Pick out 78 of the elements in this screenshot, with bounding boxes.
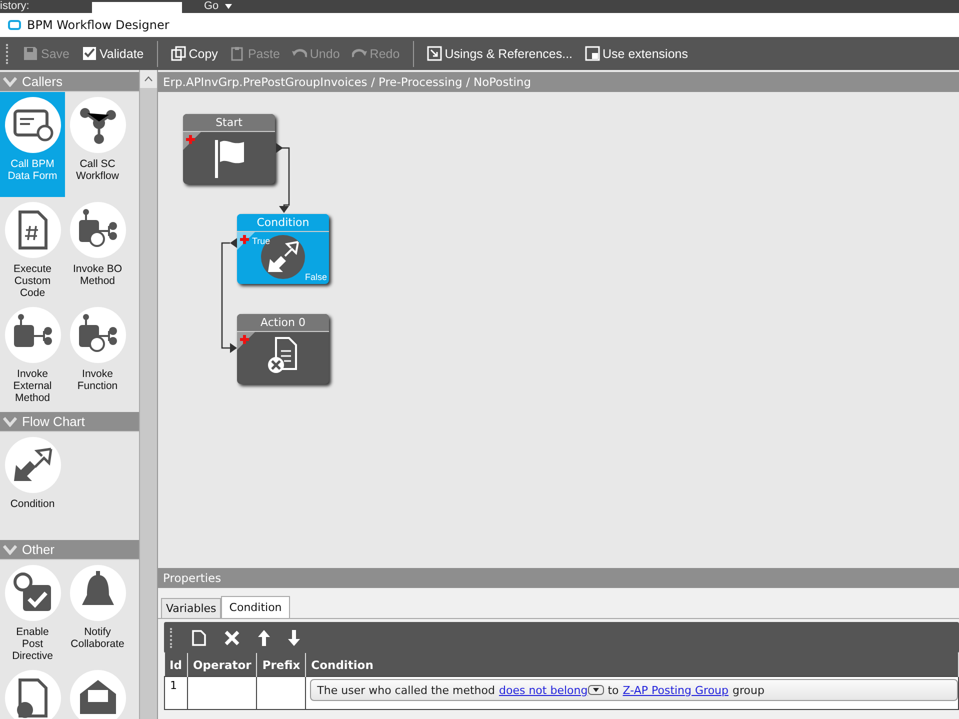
arrow-down-icon[interactable] (288, 630, 300, 646)
palette-item-icon (4, 565, 60, 621)
palette-item-icon (4, 202, 60, 258)
breadcrumb: Erp.APInvGrp.PrePostGroupInvoices / Pre-Processing / NoPosting (158, 72, 959, 92)
references-icon (426, 46, 442, 61)
go-dropdown[interactable]: Go (184, 0, 232, 13)
history-label: istory: (0, 0, 30, 13)
condition-text: The user who called the method (317, 684, 495, 696)
dropdown-icon[interactable] (588, 685, 604, 695)
toolbar-button[interactable]: Validate (76, 43, 149, 64)
column-header[interactable]: Id (164, 653, 188, 676)
palette-item[interactable]: Call SC Workflow (65, 92, 130, 197)
table-cell: 1 (164, 676, 188, 710)
palette-item-icon (70, 307, 126, 363)
palette-item-icon (70, 565, 126, 621)
palette-item-label: Invoke BO Method (72, 263, 124, 287)
palette-item-icon (4, 97, 60, 153)
toolbar-button[interactable]: Copy (166, 43, 223, 64)
condition-text: group (732, 684, 764, 696)
add-icon[interactable] (186, 135, 195, 144)
connector-arrow (276, 143, 290, 213)
chevron-icon (3, 544, 17, 554)
palette-item[interactable]: Invoke Function (65, 302, 130, 407)
clipboard-icon (230, 46, 245, 61)
add-icon[interactable] (240, 235, 249, 244)
workflow-node[interactable]: Start (183, 114, 275, 184)
palette-item-label: Call BPM Data Form (6, 158, 58, 182)
new-document-icon[interactable] (192, 630, 206, 646)
palette-item-label: Notify Collaborate (70, 626, 124, 650)
palette-item-label: Call SC Workflow (75, 158, 120, 182)
palette-item-label: Invoke External Method (12, 368, 53, 404)
palette-item[interactable]: Enable Post Directive (0, 560, 65, 665)
toolbar-button[interactable]: Usings & References... (422, 43, 578, 64)
palette-item-label: Enable Post Directive (11, 626, 54, 662)
chevron-icon (3, 76, 17, 86)
false-label: False (304, 272, 327, 282)
caret-icon[interactable] (224, 4, 232, 9)
true-label: True (252, 236, 270, 246)
condition-link[interactable]: Z-AP Posting Group (622, 684, 729, 696)
tab[interactable]: Condition (221, 596, 290, 618)
palette-item-icon (70, 97, 126, 153)
palette-item-icon (70, 670, 126, 719)
column-header[interactable]: Prefix (256, 653, 306, 676)
palette-item[interactable]: Invoke External Method (0, 302, 65, 407)
toolbar-button[interactable]: Use extensions (580, 43, 693, 64)
palette-item[interactable]: Notify Collaborate (65, 560, 130, 665)
palette-item-label: Execute Custom Code (12, 263, 52, 299)
palette-item-icon (70, 202, 126, 258)
column-header[interactable]: Operator (188, 653, 257, 676)
palette-item-icon (4, 670, 60, 719)
palette-item-label: Invoke Function (76, 368, 119, 392)
app-icon (8, 20, 21, 30)
palette-item[interactable]: Execute Custom Code (0, 197, 65, 302)
arrow-up-icon[interactable] (258, 630, 270, 646)
condition-text: to (608, 684, 619, 696)
window-title: BPM Workflow Designer (27, 18, 170, 32)
workflow-node[interactable]: Action 0 (237, 314, 329, 384)
palette-scrollbar[interactable] (140, 70, 158, 719)
palette-item[interactable]: Condition (0, 432, 65, 537)
chevron-icon (3, 416, 17, 426)
palette-item[interactable]: Invoke BO Method (65, 197, 130, 302)
delete-icon[interactable] (224, 630, 240, 646)
column-header[interactable]: Condition (306, 653, 958, 676)
add-icon[interactable] (240, 335, 249, 344)
tab[interactable]: Variables (161, 598, 222, 618)
panel-header: Properties (158, 568, 959, 588)
palette-item-label: Condition (9, 498, 56, 510)
palette-item-icon (4, 437, 60, 493)
save-icon (23, 46, 38, 61)
copy-icon (170, 46, 186, 61)
extensions-icon (584, 46, 600, 61)
document-cancel-icon (266, 336, 300, 374)
scroll-up-icon[interactable] (144, 76, 153, 82)
history-field[interactable] (92, 2, 182, 13)
palette-item-icon (4, 307, 60, 363)
condition-expression[interactable]: The user who called the method does not belong to Z-AP Posting Group group (310, 679, 958, 701)
condition-link[interactable]: does not belong (499, 684, 588, 696)
checkbox-icon (82, 46, 96, 61)
